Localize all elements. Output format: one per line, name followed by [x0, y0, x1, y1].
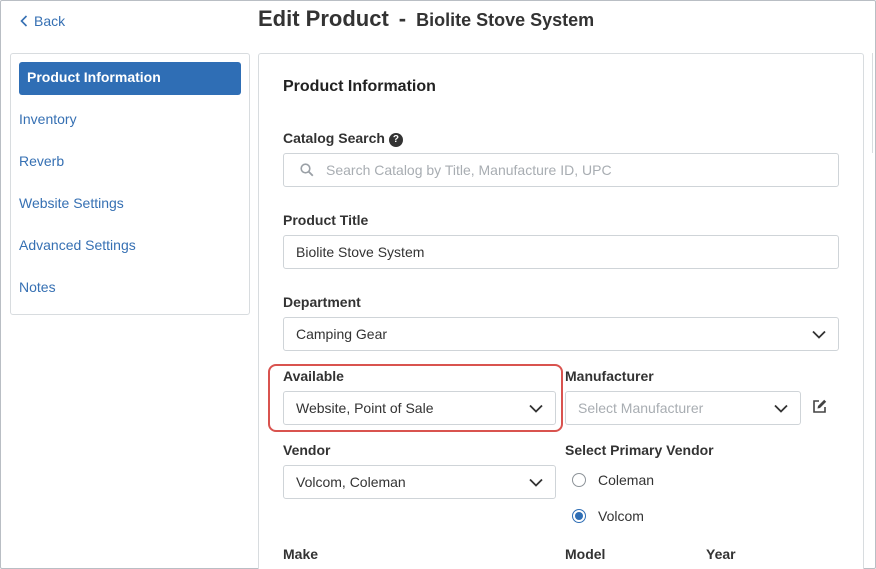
year-label: Year: [706, 546, 736, 562]
chevron-down-icon: [812, 330, 826, 339]
manufacturer-label: Manufacturer: [565, 368, 654, 384]
chevron-down-icon: [774, 404, 788, 413]
manufacturer-select[interactable]: Select Manufacturer: [565, 391, 801, 425]
catalog-search-label-wrap: Catalog Search?: [283, 130, 403, 147]
chevron-left-icon: [20, 15, 28, 27]
search-icon: [300, 163, 314, 177]
vendor-select[interactable]: Volcom, Coleman: [283, 465, 556, 499]
back-link[interactable]: Back: [20, 13, 65, 29]
radio-button-selected[interactable]: [572, 509, 586, 523]
vendor-label: Vendor: [283, 442, 331, 458]
sidebar-item-reverb[interactable]: Reverb: [19, 153, 64, 169]
model-label: Model: [565, 546, 606, 562]
department-label: Department: [283, 294, 361, 310]
title-separator: -: [398, 6, 407, 31]
radio-coleman[interactable]: Coleman: [572, 472, 654, 488]
chevron-down-icon: [529, 478, 543, 487]
radio-label: Volcom: [598, 508, 644, 524]
radio-volcom[interactable]: Volcom: [572, 508, 644, 524]
manufacturer-placeholder: Select Manufacturer: [578, 400, 704, 416]
sidebar-nav: Product Information Inventory Reverb Web…: [10, 53, 250, 315]
radio-button[interactable]: [572, 473, 586, 487]
catalog-search-input[interactable]: Search Catalog by Title, Manufacture ID,…: [283, 153, 839, 187]
radio-label: Coleman: [598, 472, 655, 488]
help-icon[interactable]: ?: [388, 132, 403, 147]
product-name: Biolite Stove System: [416, 10, 595, 30]
back-label: Back: [34, 13, 66, 29]
page-title-main: Edit Product: [258, 6, 389, 31]
make-label: Make: [283, 546, 319, 562]
department-value: Camping Gear: [296, 326, 388, 342]
edit-icon[interactable]: [811, 398, 828, 415]
section-title: Product Information: [283, 78, 436, 95]
product-title-label: Product Title: [283, 212, 369, 228]
vendor-value: Volcom, Coleman: [296, 474, 406, 490]
catalog-search-placeholder: Search Catalog by Title, Manufacture ID,…: [326, 162, 612, 178]
highlight-box: [268, 364, 563, 432]
adjacent-panel-edge: [872, 53, 876, 153]
catalog-search-label: Catalog Search: [283, 130, 385, 146]
sidebar-item-website-settings[interactable]: Website Settings: [19, 195, 124, 211]
sidebar-item-advanced-settings[interactable]: Advanced Settings: [19, 237, 136, 253]
page-title: Edit Product - Biolite Stove System: [258, 6, 594, 32]
product-title-input[interactable]: Biolite Stove System: [283, 235, 839, 269]
sidebar-item-notes[interactable]: Notes: [19, 279, 56, 295]
primary-vendor-label: Select Primary Vendor: [565, 442, 714, 458]
sidebar-item-inventory[interactable]: Inventory: [19, 111, 77, 127]
department-select[interactable]: Camping Gear: [283, 317, 839, 351]
product-title-value: Biolite Stove System: [296, 244, 425, 260]
sidebar-item-product-information[interactable]: Product Information: [19, 62, 241, 95]
